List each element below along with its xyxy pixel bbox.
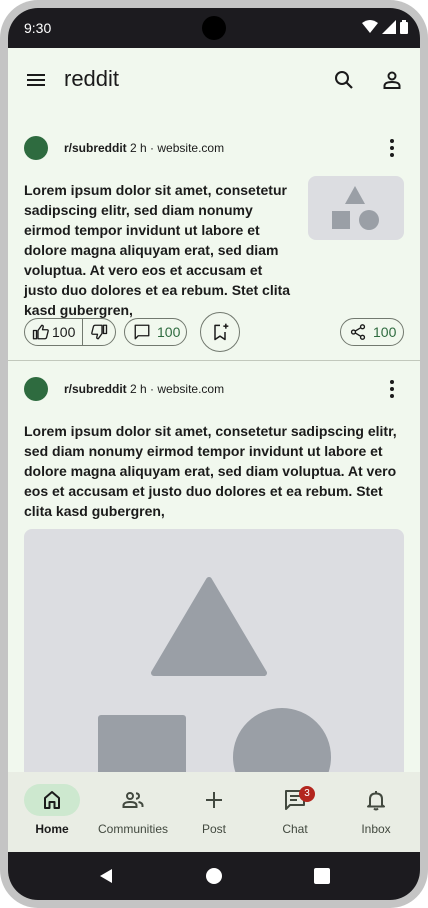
post-header: r/subreddit 2 h · website.com: [24, 377, 404, 401]
save-button[interactable]: [200, 312, 240, 352]
nav-item-chat[interactable]: 3 Chat: [254, 772, 336, 852]
subreddit-avatar[interactable]: [24, 377, 48, 401]
vote-group: 100: [24, 318, 116, 346]
plus-icon: [206, 792, 222, 808]
image-placeholder-icon: [98, 577, 331, 772]
status-time: 9:30: [24, 20, 52, 36]
back-icon[interactable]: [98, 868, 114, 884]
battery-icon: [400, 20, 408, 34]
image-placeholder-icon: [332, 186, 379, 230]
post-feed[interactable]: r/subreddit 2 h · website.com Lorem ipsu…: [8, 112, 420, 772]
status-bar: 9:30: [8, 8, 420, 48]
nav-label: Chat: [282, 822, 308, 836]
post-source[interactable]: website.com: [157, 141, 224, 155]
post-meta: r/subreddit 2 h · website.com: [64, 141, 224, 155]
share-count: 100: [373, 324, 397, 340]
subreddit-name[interactable]: r/subreddit: [64, 382, 127, 396]
meta-separator: ·: [150, 141, 155, 155]
top-app-bar: reddit: [8, 48, 420, 112]
more-vert-icon[interactable]: [380, 136, 404, 160]
person-icon[interactable]: [380, 68, 404, 92]
share-icon: [350, 324, 366, 340]
post-thumbnail[interactable]: [308, 176, 404, 240]
signal-icon: [382, 20, 396, 34]
comment-icon: [134, 324, 150, 340]
menu-icon[interactable]: [24, 68, 48, 92]
wifi-icon: [362, 20, 378, 33]
camera-cutout: [202, 16, 226, 40]
bell-icon: [367, 791, 385, 811]
nav-label: Communities: [97, 822, 169, 836]
post-header: r/subreddit 2 h · website.com: [24, 136, 404, 160]
share-button[interactable]: 100: [340, 318, 404, 346]
subreddit-name[interactable]: r/subreddit: [64, 141, 127, 155]
comment-count: 100: [157, 324, 181, 340]
device-frame: 9:30 reddit r/subreddit 2 h · website.co…: [0, 0, 428, 908]
nav-label: Home: [35, 822, 69, 836]
upvote-button[interactable]: 100: [25, 319, 83, 345]
meta-separator: ·: [150, 382, 155, 396]
thumb-down-icon: [91, 324, 108, 340]
post-image[interactable]: [24, 529, 404, 772]
post-text: Lorem ipsum dolor sit amet, consetetur s…: [24, 423, 397, 519]
nav-item-post[interactable]: Post: [173, 772, 255, 852]
screen: 9:30 reddit r/subreddit 2 h · website.co…: [8, 8, 420, 900]
nav-label: Inbox: [361, 822, 391, 836]
nav-item-home[interactable]: Home: [11, 772, 93, 852]
bottom-navigation: Home Communities Post 3 Chat Inbox: [8, 772, 420, 852]
comments-button[interactable]: 100: [124, 318, 187, 346]
home-icon: [44, 791, 60, 809]
more-vert-icon[interactable]: [380, 377, 404, 401]
post-text: Lorem ipsum dolor sit amet, consetetur s…: [24, 182, 291, 318]
post-actions: 100 100 100: [24, 312, 404, 352]
nav-item-communities[interactable]: Communities: [92, 772, 174, 852]
home-button[interactable]: [206, 868, 222, 884]
bookmark-add-icon: [214, 323, 229, 341]
search-icon[interactable]: [332, 68, 356, 92]
downvote-button[interactable]: [83, 319, 115, 345]
thumb-up-icon: [32, 324, 49, 340]
post-age: 2 h: [130, 141, 147, 155]
nav-label: Post: [201, 822, 226, 836]
post-source[interactable]: website.com: [157, 382, 224, 396]
upvote-count: 100: [52, 324, 76, 340]
post-divider: [8, 360, 420, 361]
app-title: reddit: [64, 66, 120, 91]
nav-item-inbox[interactable]: Inbox: [335, 772, 417, 852]
recents-button[interactable]: [314, 868, 330, 884]
post-age: 2 h: [130, 382, 147, 396]
post-meta: r/subreddit 2 h · website.com: [64, 382, 224, 396]
system-navigation-bar: [8, 852, 420, 900]
group-icon: [122, 792, 144, 808]
status-icons: [362, 20, 408, 34]
subreddit-avatar[interactable]: [24, 136, 48, 160]
notification-badge: 3: [299, 786, 315, 802]
